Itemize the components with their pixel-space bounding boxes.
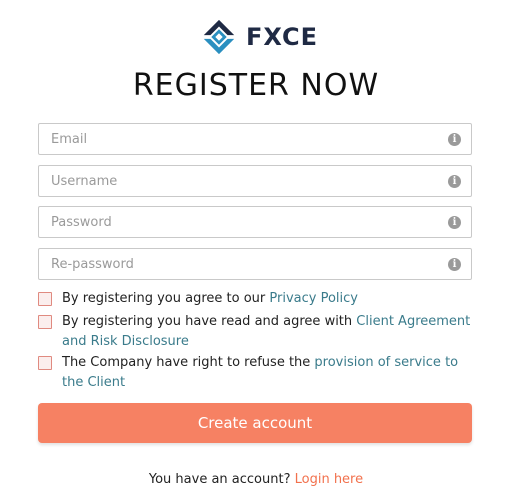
page-title: REGISTER NOW xyxy=(132,68,380,103)
privacy-consent-text: By registering you agree to our xyxy=(62,291,270,306)
login-prompt: You have an account? Login here xyxy=(0,472,512,487)
info-icon[interactable]: i xyxy=(448,216,461,229)
repassword-field[interactable] xyxy=(39,249,431,279)
agreement-consent-text: By registering you have read and agree w… xyxy=(62,314,357,329)
privacy-consent-row: By registering you agree to our Privacy … xyxy=(38,289,478,309)
create-account-button[interactable]: Create account xyxy=(38,403,472,443)
privacy-policy-link[interactable]: Privacy Policy xyxy=(269,291,358,306)
brand-name: FXCE xyxy=(246,23,319,51)
refuse-consent-checkbox[interactable] xyxy=(38,356,52,370)
password-field[interactable] xyxy=(39,207,431,237)
username-field-container: i xyxy=(38,165,472,197)
refuse-consent-text: The Company have right to refuse the xyxy=(62,355,315,370)
info-icon[interactable]: i xyxy=(448,175,461,188)
info-icon[interactable]: i xyxy=(448,133,461,146)
agreement-consent-label: By registering you have read and agree w… xyxy=(62,312,478,352)
email-field[interactable] xyxy=(39,124,431,154)
fxce-logo-icon xyxy=(203,19,235,55)
login-link[interactable]: Login here xyxy=(295,472,364,487)
info-icon[interactable]: i xyxy=(448,258,461,271)
username-field[interactable] xyxy=(39,166,431,196)
email-field-container: i xyxy=(38,123,472,155)
refuse-consent-label: The Company have right to refuse the pro… xyxy=(62,353,478,393)
repassword-field-container: i xyxy=(38,248,472,280)
login-prompt-text: You have an account? xyxy=(148,472,295,487)
agreement-consent-row: By registering you have read and agree w… xyxy=(38,312,478,352)
privacy-consent-label: By registering you agree to our Privacy … xyxy=(62,289,358,309)
brand-logo: FXCE xyxy=(200,18,318,56)
password-field-container: i xyxy=(38,206,472,238)
privacy-consent-checkbox[interactable] xyxy=(38,292,52,306)
refuse-consent-row: The Company have right to refuse the pro… xyxy=(38,353,478,393)
agreement-consent-checkbox[interactable] xyxy=(38,315,52,329)
